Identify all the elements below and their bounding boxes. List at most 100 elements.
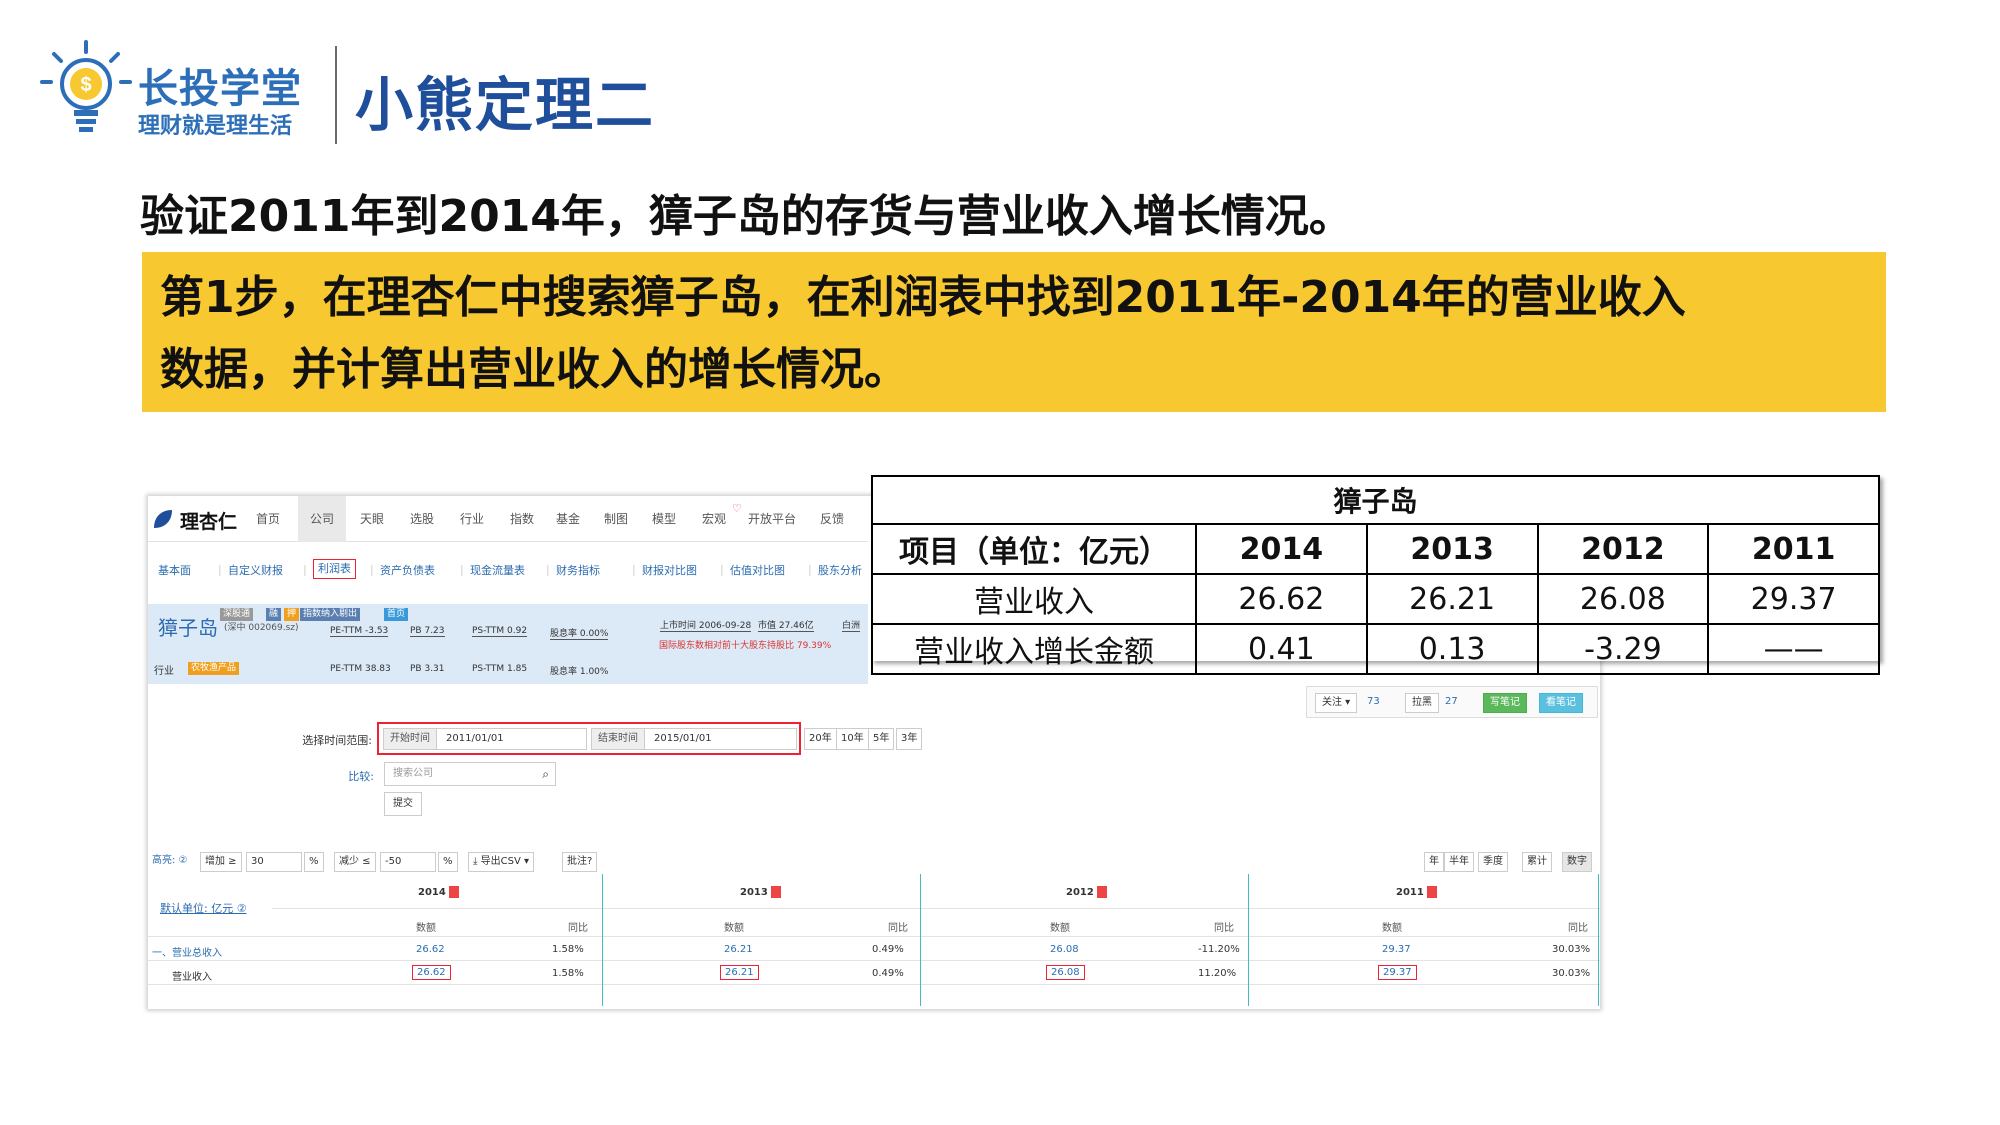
nav-item[interactable]: 反馈 (820, 510, 844, 527)
range-button[interactable]: 20年 (804, 728, 837, 750)
subnav-separator: | (808, 563, 812, 576)
pdf-icon[interactable] (1096, 886, 1107, 898)
value-cell[interactable]: 26.21 (724, 944, 753, 955)
nav-item[interactable]: 选股 (410, 510, 434, 527)
follow-button[interactable]: 关注 ▾ (1315, 693, 1358, 713)
value-cell[interactable]: 26.62 (416, 944, 445, 955)
range-button[interactable]: 10年 (836, 728, 869, 750)
subnav-separator: | (632, 563, 636, 576)
stock-metric: 上市时间 2006-09-28 (660, 618, 752, 632)
nav-item[interactable]: 模型 (652, 510, 676, 527)
stock-code: (深中 002069.sz) (224, 623, 299, 633)
stock-tag[interactable]: 融 (266, 608, 282, 621)
subnav-item[interactable]: 估值对比图 (730, 562, 785, 578)
nav-item[interactable]: 行业 (460, 510, 484, 527)
period-button[interactable]: 半年 (1444, 852, 1474, 872)
col-value-header: 数额 (724, 923, 744, 934)
increase-input[interactable]: 30 (246, 852, 302, 872)
increase-pct: % (304, 852, 324, 872)
col-value-header: 数额 (1050, 923, 1070, 934)
mode-button[interactable]: 累计 (1522, 852, 1552, 872)
year-header: 2012 (1066, 886, 1107, 898)
range-button[interactable]: 5年 (868, 728, 895, 750)
subnav-item[interactable]: 股东分析 (818, 562, 862, 578)
nav-item[interactable]: 指数 (510, 510, 534, 527)
nav-item[interactable]: 制图 (604, 510, 628, 527)
period-label: 选择时间范围: (302, 734, 372, 747)
value-cell[interactable]: 26.21 (720, 965, 759, 980)
search-icon: ⌕ (542, 767, 549, 781)
dislike-button[interactable]: 拉黑 (1405, 693, 1439, 713)
period-button[interactable]: 季度 (1478, 852, 1508, 872)
stock-metric: 股息率 1.00% (550, 667, 609, 677)
nav-item[interactable]: 宏观 (702, 510, 726, 527)
submit-button[interactable]: 提交 (384, 792, 422, 816)
nav-item[interactable]: 基金 (556, 510, 580, 527)
pdf-icon[interactable] (770, 886, 781, 898)
income-statement-table: 默认单位: 亿元 ② 2014 2013 2012 2011 数额 同比 数额 同比 数额 同比 数… (148, 874, 1600, 1006)
lightbulb-logo-icon: $ (40, 40, 132, 132)
stock-metric: 股息率 0.00% (550, 626, 609, 640)
year-header: 2011 (1396, 886, 1437, 898)
site-logo[interactable]: 理杏仁 (180, 507, 237, 534)
subnav-item[interactable]: 基本面 (158, 562, 191, 578)
col-yoy-header: 同比 (568, 923, 588, 934)
summary-header-cell: 2014 (1195, 523, 1368, 575)
yoy-cell: 1.58% (552, 968, 584, 979)
column-divider (1248, 874, 1249, 1006)
write-note-button[interactable]: 写笔记 (1483, 693, 1527, 713)
yoy-cell: 30.03% (1552, 944, 1591, 955)
unit-label[interactable]: 默认单位: 亿元 ② (160, 900, 247, 916)
stock-tag[interactable]: 首页 (384, 608, 409, 621)
subnav-item[interactable]: 自定义财报 (228, 562, 283, 578)
stock-metric: PS-TTM 1.85 (472, 664, 528, 674)
value-cell[interactable]: 26.08 (1050, 944, 1079, 955)
industry-tag[interactable]: 农牧渔产品 (188, 662, 240, 675)
end-date-input[interactable]: 结束时间 2015/01/01 (591, 728, 797, 750)
stock-tag[interactable]: 指数纳入剔出 (300, 608, 361, 621)
holders-ratio: 国际股东数相对前十大股东持股比 79.39% (659, 641, 832, 651)
subnav-separator: | (460, 563, 464, 576)
nav-item[interactable]: 天眼 (360, 510, 384, 527)
value-cell[interactable]: 26.62 (412, 965, 451, 980)
value-cell[interactable]: 29.37 (1382, 944, 1411, 955)
subnav-separator: | (370, 563, 374, 576)
summary-cell: 26.08 (1536, 573, 1710, 625)
value-cell[interactable]: 26.08 (1046, 965, 1085, 980)
nav-item[interactable]: 公司 (298, 496, 347, 542)
stock-tag[interactable]: 深股通 (220, 608, 254, 621)
col-yoy-header: 同比 (1214, 923, 1234, 934)
subnav-item[interactable]: 财报对比图 (642, 562, 697, 578)
summary-cell: -3.29 (1536, 623, 1710, 675)
subnav-item[interactable]: 资产负债表 (380, 562, 435, 578)
row-label: 营业收入 (172, 972, 212, 983)
subnav-item[interactable]: 财务指标 (556, 562, 600, 578)
summary-caption: 獐子岛 (871, 475, 1880, 525)
value-cell[interactable]: 29.37 (1378, 965, 1417, 980)
highlight-label: 高亮: ② (152, 855, 188, 866)
pdf-icon[interactable] (1426, 886, 1437, 898)
start-date-input[interactable]: 开始时间 2011/01/01 (383, 728, 587, 750)
period-button[interactable]: 年 (1424, 852, 1444, 872)
summary-header-cell: 2012 (1536, 523, 1710, 575)
export-csv-button[interactable]: ⤓ 导出CSV ▾ (468, 852, 534, 872)
subnav-item[interactable]: 现金流量表 (470, 562, 525, 578)
company-search-input[interactable]: 搜索公司 ⌕ (384, 762, 556, 786)
annotation-button[interactable]: 批注? (562, 852, 598, 872)
subnav-item[interactable]: 利润表 (313, 559, 356, 579)
pdf-icon[interactable] (448, 886, 459, 898)
stock-name: 獐子岛 (158, 616, 218, 640)
header-divider (335, 46, 337, 144)
nav-item[interactable]: 开放平台 (748, 510, 796, 527)
nav-item[interactable]: 首页 (256, 510, 280, 527)
summary-cell: 26.21 (1365, 573, 1539, 625)
summary-cell: 0.41 (1195, 623, 1368, 675)
view-notes-button[interactable]: 看笔记 (1539, 693, 1583, 713)
industry-label: 行业 (154, 666, 174, 677)
mode-button[interactable]: 数字 (1562, 852, 1592, 872)
range-button[interactable]: 3年 (896, 728, 923, 750)
step-line-1: 第1步，在理杏仁中搜索獐子岛，在利润表中找到2011年-2014年的营业收入 (160, 272, 1686, 323)
stock-metric: PS-TTM 0.92 (472, 626, 528, 637)
decrease-input[interactable]: -50 (380, 852, 436, 872)
stock-tag[interactable]: 押 (284, 608, 300, 621)
